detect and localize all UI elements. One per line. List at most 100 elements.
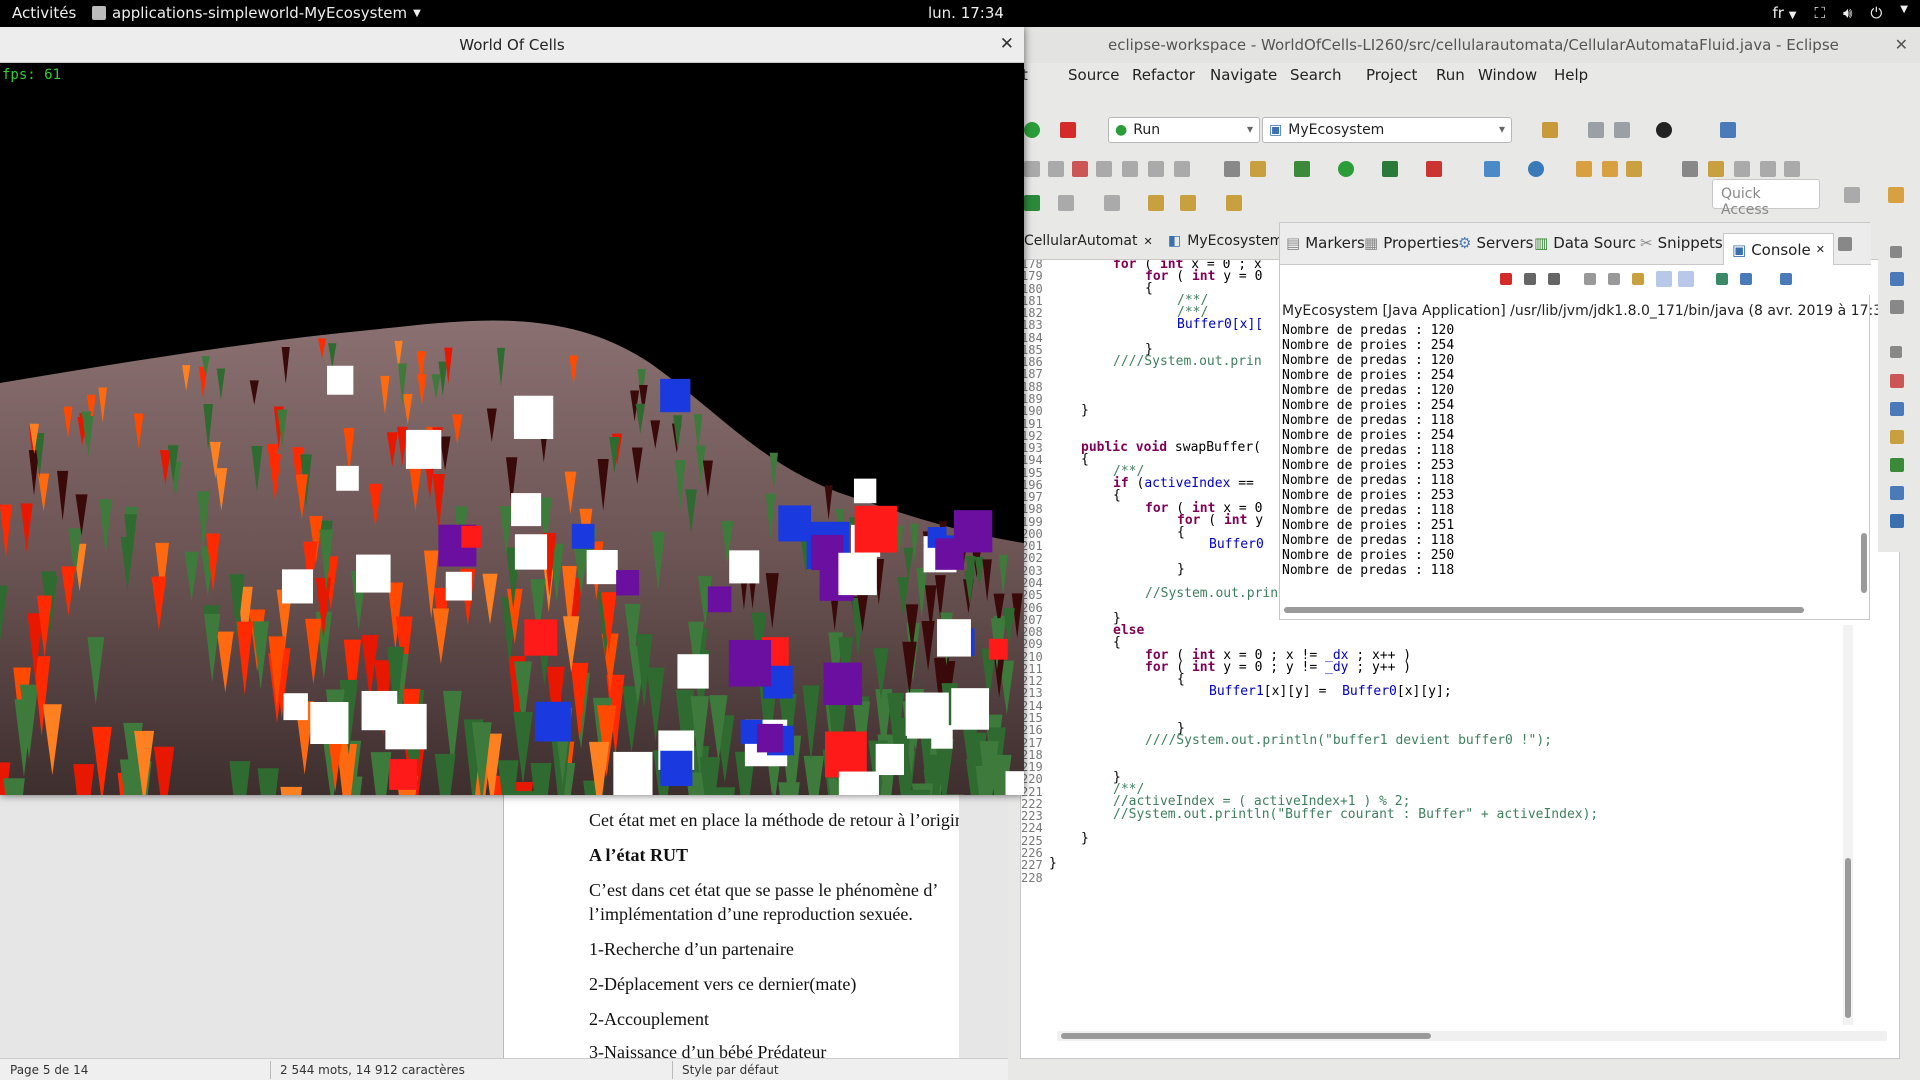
restore-icon[interactable]	[1890, 246, 1902, 258]
outline-icon[interactable]	[1224, 161, 1240, 177]
step-over-icon[interactable]	[1148, 161, 1164, 177]
history-icon[interactable]	[1734, 161, 1750, 177]
activities-button[interactable]: Activités	[12, 4, 76, 22]
terminate-icon[interactable]	[1072, 161, 1088, 177]
close-icon[interactable]: ✕	[1143, 235, 1152, 248]
console-icon[interactable]	[1890, 514, 1904, 528]
panel-icon[interactable]	[1760, 161, 1776, 177]
menu-search[interactable]: Search	[1290, 66, 1342, 84]
woc-titlebar[interactable]: World Of Cells ✕	[0, 27, 1024, 63]
close-icon[interactable]: ✕	[1895, 35, 1908, 54]
stop-icon[interactable]	[1060, 122, 1076, 138]
tab-properties[interactable]: ▦ Properties	[1364, 234, 1459, 252]
pin-console-icon[interactable]	[1716, 273, 1728, 285]
new-java-icon[interactable]	[1484, 161, 1500, 177]
status-page[interactable]: Page 5 de 14	[10, 1063, 88, 1077]
menu-help[interactable]: Help	[1554, 66, 1588, 84]
tab-myecosystem[interactable]: ◧ MyEcosystem	[1168, 233, 1283, 249]
back-icon[interactable]	[1180, 195, 1196, 211]
console-output[interactable]: Nombre de predas : 120 Nombre de proies :…	[1282, 323, 1454, 578]
status-style[interactable]: Style par défaut	[682, 1063, 779, 1077]
menu-source[interactable]: Source	[1068, 66, 1120, 84]
open-type-icon[interactable]	[1576, 161, 1592, 177]
tab-console[interactable]: ▣ Console ✕	[1723, 233, 1834, 265]
declaration-icon[interactable]	[1890, 430, 1904, 444]
step-icon[interactable]	[1024, 161, 1040, 177]
console-vertical-scrollbar[interactable]	[1861, 533, 1867, 593]
scrollbar-thumb[interactable]	[1845, 858, 1851, 1018]
menu-project[interactable]: Project	[1366, 66, 1417, 84]
launch-config-combo[interactable]: ▣ MyEcosystem ▾	[1262, 117, 1512, 143]
step-return-icon[interactable]	[1174, 161, 1190, 177]
profile-icon[interactable]	[1656, 122, 1672, 138]
coverage-icon[interactable]	[1382, 161, 1398, 177]
terminate-icon[interactable]	[1500, 273, 1512, 285]
language-indicator[interactable]: fr ▼	[1773, 4, 1797, 22]
remove-launch-icon[interactable]	[1524, 273, 1536, 285]
clock[interactable]: lun. 17:34	[928, 4, 1004, 22]
javadoc-icon[interactable]	[1890, 402, 1904, 416]
suspend-icon[interactable]	[1048, 161, 1064, 177]
run-icon[interactable]	[1024, 122, 1040, 138]
menu-refactor[interactable]: Refactor	[1132, 66, 1195, 84]
console-horizontal-scrollbar[interactable]	[1284, 607, 1804, 613]
menu-window[interactable]: Window	[1478, 66, 1537, 84]
package-explorer-icon[interactable]	[1890, 272, 1904, 286]
remove-all-icon[interactable]	[1548, 273, 1560, 285]
prev-annotation-icon[interactable]	[1104, 195, 1120, 211]
simulation-viewport[interactable]	[0, 63, 1024, 795]
forward-icon[interactable]	[1226, 195, 1242, 211]
maximize-icon[interactable]	[1838, 237, 1852, 251]
panel-icon[interactable]	[1784, 161, 1800, 177]
show-stderr-icon[interactable]	[1678, 271, 1694, 287]
pin-icon[interactable]	[1708, 161, 1724, 177]
document-page[interactable]: Cet état met en place la méthode de reto…	[503, 794, 959, 1060]
open-task-icon[interactable]	[1602, 161, 1618, 177]
next-annotation-icon[interactable]	[1058, 195, 1074, 211]
menu-navigate[interactable]: Navigate	[1210, 66, 1277, 84]
debug-icon[interactable]	[1294, 161, 1310, 177]
java-perspective-icon[interactable]	[1888, 187, 1904, 203]
open-console-icon[interactable]	[1780, 273, 1792, 285]
restore-icon[interactable]	[1890, 346, 1902, 358]
save-icon[interactable]	[1588, 122, 1604, 138]
task-icon[interactable]	[1250, 161, 1266, 177]
status-words[interactable]: 2 544 mots, 14 912 caractères	[280, 1063, 465, 1077]
tab-markers[interactable]: ▤ Markers	[1286, 234, 1365, 252]
external-tools-icon[interactable]	[1426, 161, 1442, 177]
new-icon[interactable]	[1542, 122, 1558, 138]
tab-data-sources[interactable]: ▥ Data Sourc	[1534, 234, 1636, 252]
eclipse-titlebar[interactable]: eclipse-workspace - WorldOfCells-LI260/s…	[1008, 27, 1920, 63]
last-edit-icon[interactable]	[1148, 195, 1164, 211]
data-source-icon[interactable]	[1890, 458, 1904, 472]
disconnect-icon[interactable]	[1096, 161, 1112, 177]
tab-cellularautomata[interactable]: CellularAutomat ✕	[1024, 233, 1153, 249]
scroll-lock-icon[interactable]	[1608, 273, 1620, 285]
display-console-icon[interactable]	[1740, 273, 1752, 285]
annotation-icon[interactable]	[1682, 161, 1698, 177]
step-into-icon[interactable]	[1122, 161, 1138, 177]
skip-icon[interactable]	[1024, 195, 1040, 211]
tab-snippets[interactable]: ✂ Snippets	[1640, 234, 1723, 252]
launch-mode-combo[interactable]: ● Run ▾	[1108, 117, 1260, 143]
search-icon[interactable]	[1626, 161, 1642, 177]
editor-vertical-scrollbar[interactable]	[1843, 625, 1853, 1025]
close-icon[interactable]: ✕	[1000, 34, 1014, 54]
new-class-icon[interactable]	[1528, 161, 1544, 177]
show-stdout-icon[interactable]	[1656, 271, 1672, 287]
menu-run[interactable]: Run	[1436, 66, 1465, 84]
word-wrap-icon[interactable]	[1632, 273, 1644, 285]
run-icon[interactable]	[1338, 161, 1354, 177]
tab-servers[interactable]: ⚙ Servers	[1458, 234, 1533, 252]
app-menu[interactable]: applications-simpleworld-MyEcosystem ▼	[92, 4, 421, 22]
quick-access-input[interactable]: Quick Access	[1712, 179, 1820, 218]
outline-icon[interactable]	[1890, 300, 1904, 314]
servers-icon[interactable]	[1890, 486, 1904, 500]
save-all-icon[interactable]	[1614, 122, 1630, 138]
status-area[interactable]: fr ▼ ⛶ 🔊︎ ⏻ ▼	[1773, 4, 1908, 22]
close-icon[interactable]: ✕	[1816, 243, 1825, 256]
perspective-icon[interactable]	[1720, 122, 1736, 138]
problems-icon[interactable]	[1890, 374, 1904, 388]
open-perspective-icon[interactable]	[1844, 187, 1860, 203]
scrollbar-thumb[interactable]	[1061, 1033, 1431, 1039]
